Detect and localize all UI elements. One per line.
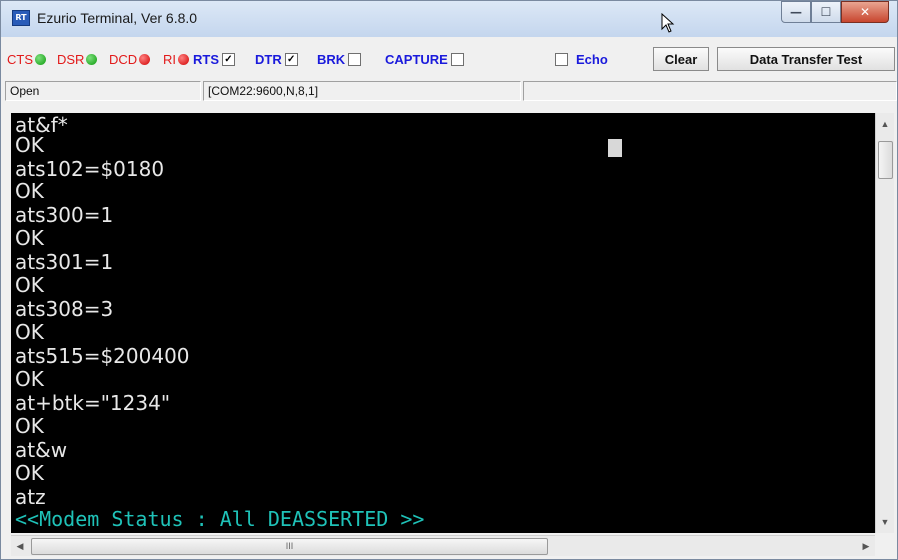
terminal-line: OK [15, 226, 44, 250]
echo-label: Echo [576, 52, 608, 67]
app-icon: RT [12, 10, 30, 26]
terminal-line: OK [15, 179, 44, 203]
brk-checkbox[interactable]: BRK [317, 52, 362, 67]
capture-check-icon[interactable] [450, 53, 464, 66]
dtr-label: DTR [255, 52, 282, 67]
scroll-right-arrow-icon[interactable]: ▶ [857, 537, 875, 555]
terminal-line: at&f* [15, 113, 68, 137]
terminal-line: ats308=3 [15, 297, 114, 321]
window-title: Ezurio Terminal, Ver 6.8.0 [37, 10, 198, 26]
connection-state: Open [5, 81, 201, 101]
scroll-up-arrow-icon[interactable]: ▲ [876, 115, 894, 133]
cts-indicator: CTS [7, 52, 46, 67]
terminal-line: atz [15, 485, 46, 509]
horizontal-scrollbar[interactable]: ◀ III ▶ [11, 535, 875, 556]
dtr-checkbox[interactable]: DTR ✓ [255, 52, 298, 67]
mouse-pointer-icon [661, 13, 675, 33]
cts-label: CTS [7, 52, 33, 67]
brk-check-icon[interactable] [348, 53, 362, 66]
terminal-window: RT Ezurio Terminal, Ver 6.8.0 — ☐ ✕ CTS … [0, 0, 898, 560]
brk-label: BRK [317, 52, 346, 67]
data-transfer-test-button[interactable]: Data Transfer Test [717, 47, 895, 71]
terminal-line: OK [15, 133, 44, 157]
close-button[interactable]: ✕ [841, 1, 889, 23]
terminal-line: OK [15, 367, 44, 391]
status-row: Open [COM22:9600,N,8,1] [5, 81, 897, 101]
port-settings: [COM22:9600,N,8,1] [203, 81, 521, 101]
rts-checkbox[interactable]: RTS ✓ [193, 52, 235, 67]
capture-checkbox[interactable]: CAPTURE [385, 52, 464, 67]
terminal-line: at&w [15, 438, 68, 462]
ri-indicator: RI [163, 52, 189, 67]
dsr-label: DSR [57, 52, 85, 67]
terminal-line: OK [15, 461, 44, 485]
title-bar[interactable]: RT Ezurio Terminal, Ver 6.8.0 — ☐ ✕ [1, 1, 897, 37]
toolbar: CTS DSR DCD RI RTS ✓ DTR ✓ BRK CAPTURE E… [5, 45, 897, 73]
text-cursor [608, 139, 622, 157]
modem-status-line: <<Modem Status : All DEASSERTED >> [15, 507, 425, 531]
clear-button[interactable]: Clear [653, 47, 709, 71]
terminal-line: OK [15, 273, 44, 297]
dcd-label: DCD [109, 52, 138, 67]
scroll-left-arrow-icon[interactable]: ◀ [11, 537, 29, 555]
horizontal-scroll-thumb[interactable]: III [31, 538, 548, 555]
minimize-button[interactable]: — [781, 1, 811, 23]
maximize-button[interactable]: ☐ [811, 1, 841, 23]
capture-label: CAPTURE [385, 52, 448, 67]
scrollbar-corner [875, 535, 893, 555]
dtr-check-icon[interactable]: ✓ [284, 53, 298, 66]
dcd-indicator: DCD [109, 52, 151, 67]
vertical-scrollbar[interactable]: ▲ ▼ [875, 113, 894, 533]
terminal-line: OK [15, 320, 44, 344]
echo-checkbox[interactable]: Echo [555, 52, 608, 67]
ri-label: RI [163, 52, 176, 67]
cts-led-icon [35, 54, 46, 65]
status-extra [523, 81, 897, 101]
terminal-line: ats300=1 [15, 203, 114, 227]
rts-label: RTS [193, 52, 219, 67]
terminal-output[interactable]: at&f* OK ats102=$0180 OK ats300=1 OK ats… [11, 113, 875, 533]
terminal-line: ats515=$200400 [15, 344, 190, 368]
dsr-indicator: DSR [57, 52, 98, 67]
rts-check-icon[interactable]: ✓ [222, 53, 235, 66]
echo-check-icon[interactable] [555, 53, 568, 66]
terminal-line: at+btk="1234" [15, 391, 171, 415]
scroll-down-arrow-icon[interactable]: ▼ [876, 513, 894, 531]
terminal-line: OK [15, 414, 44, 438]
vertical-scroll-thumb[interactable] [878, 141, 893, 179]
dcd-led-icon [139, 54, 151, 65]
terminal-line: ats102=$0180 [15, 157, 165, 181]
ri-led-icon [178, 54, 189, 65]
dsr-led-icon [86, 54, 98, 65]
terminal-line: ats301=1 [15, 250, 114, 274]
